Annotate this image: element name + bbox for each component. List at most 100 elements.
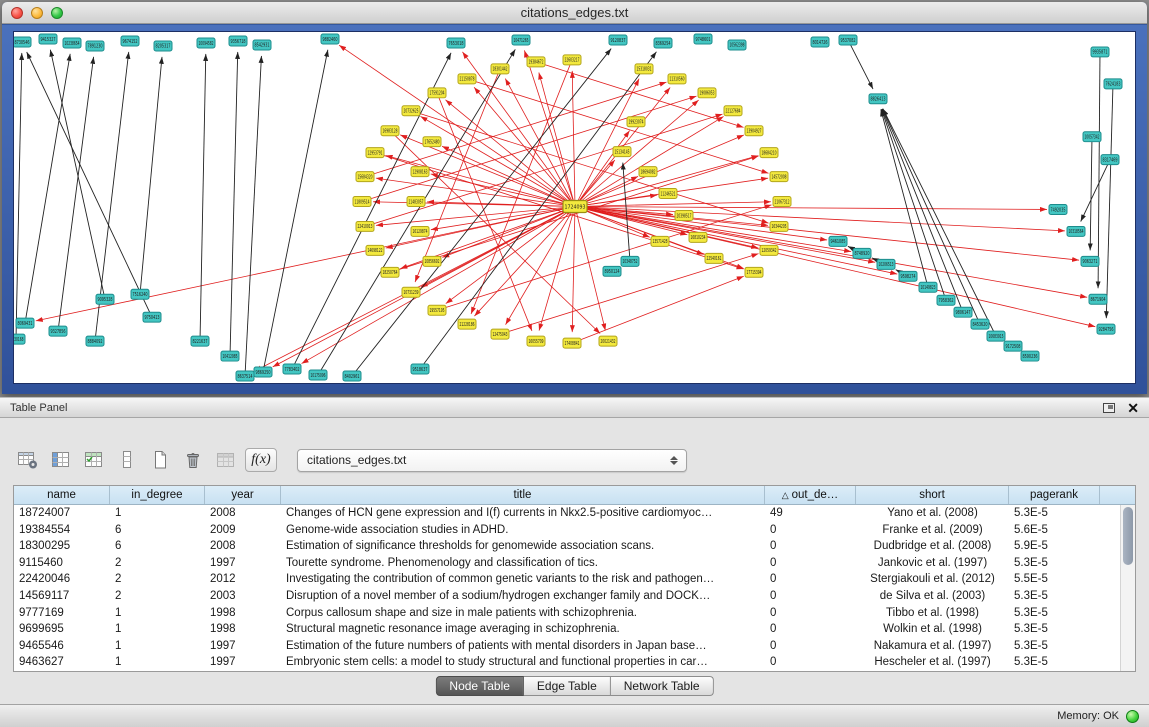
network-canvas[interactable]: 1724093226032171938467218301442211508781… [13,31,1136,384]
graph-node[interactable]: 22603217 [563,55,581,65]
graph-node[interactable]: 13571428 [651,236,669,246]
graph-node[interactable]: 9806147 [954,307,972,317]
graph-node[interactable]: 9869250 [254,367,272,377]
graph-node[interactable]: 10530168 [14,334,25,344]
graph-node[interactable]: 8453620 [971,319,989,329]
graph-node[interactable]: 17652480 [423,137,441,147]
graph-node[interactable]: 9518637 [411,364,429,374]
table-vertical-scrollbar[interactable] [1120,505,1135,671]
table-row[interactable]: 1830029562008Estimation of significance … [14,538,1120,555]
graph-node[interactable]: 7492035 [1049,205,1067,215]
graph-node[interactable]: 10562398 [728,40,746,50]
graph-node[interactable]: 21483057 [407,197,425,207]
graph-node[interactable]: 9120837 [609,35,627,45]
table-row[interactable]: 946554611997Estimation of the future num… [14,638,1120,655]
graph-node[interactable]: 22127684 [724,106,742,116]
table-row[interactable]: 946362711997Embryonic stem cells: a mode… [14,654,1120,671]
tab-network-table[interactable]: Network Table [611,676,714,696]
graph-node[interactable]: 19086053 [698,88,716,98]
graph-node[interactable]: 18684210 [760,148,778,158]
column-header-title[interactable]: title [281,486,765,504]
graph-node[interactable]: 7783402 [283,364,301,374]
table-row[interactable]: 977716911998Corpus callosum shape and si… [14,605,1120,622]
graph-node[interactable]: 16129874 [411,226,429,236]
graph-node[interactable]: 20732625 [402,106,420,116]
graph-node[interactable]: 10149823 [919,282,937,292]
minimize-window-button[interactable] [31,7,43,19]
graph-node[interactable]: 11809514 [353,197,371,207]
graph-node[interactable]: 8730546 [14,37,31,47]
graph-node[interactable]: 16055709 [527,336,545,346]
scrollbar-thumb[interactable] [1123,507,1133,565]
graph-node[interactable]: 17591204 [428,88,446,98]
graph-node[interactable]: 21228186 [458,319,476,329]
graph-node[interactable]: 18250764 [381,267,399,277]
table-row[interactable]: 911546021997Tourette syndrome. Phenomeno… [14,555,1120,572]
column-icon[interactable] [113,447,140,473]
graph-node[interactable]: 8402961 [343,371,361,381]
close-panel-icon[interactable]: ✕ [1127,402,1139,414]
graph-node[interactable]: 10206513 [877,259,895,269]
graph-node[interactable]: 12908163 [411,167,429,177]
graph-node[interactable]: 7891230 [86,41,104,51]
table-row[interactable]: 2242004622012Investigating the contribut… [14,571,1120,588]
table-row[interactable]: 1872400712008Changes of HCN gene express… [14,505,1120,522]
graph-node[interactable]: 19557195 [428,305,446,315]
graph-node[interactable]: 9750413 [143,312,161,322]
column-header-pagerank[interactable]: pagerank [1009,486,1100,504]
column-header-out_de[interactable]: △out_de… [765,486,856,504]
graph-node[interactable]: 10318564 [1067,226,1085,236]
graph-node[interactable]: 9598274 [899,271,917,281]
function-builder-button[interactable]: f(x) [245,448,277,472]
delete-icon[interactable] [179,447,206,473]
graph-node[interactable]: 17408841 [563,338,581,348]
graph-node[interactable]: 10683915 [987,331,1005,341]
graph-node[interactable]: 16810234 [689,232,707,242]
graph-node[interactable]: 10094582 [197,38,215,48]
graph-node[interactable]: 18301442 [491,64,509,74]
graph-node[interactable]: 8590236 [1021,351,1039,361]
graph-node[interactable]: 11310560 [668,74,686,84]
graph-node[interactable]: 14698122 [366,245,384,255]
graph-node[interactable]: 9674152 [121,36,139,46]
graph-node[interactable]: 9461085 [829,236,847,246]
edit-table-icon[interactable] [80,447,107,473]
graph-node[interactable]: 10238654 [63,38,81,48]
zoom-window-button[interactable] [51,7,63,19]
graph-node[interactable]: 1724093 [563,201,587,213]
graph-node[interactable]: 10471265 [512,35,530,45]
show-columns-icon[interactable] [47,447,74,473]
graph-node[interactable]: 15318031 [635,64,653,74]
float-panel-icon[interactable] [1103,403,1115,413]
graph-node[interactable]: 16344205 [770,221,788,231]
graph-node[interactable]: 12953791 [366,148,384,158]
graph-node[interactable]: 18694082 [639,167,657,177]
graph-node[interactable]: 12475043 [491,329,509,339]
graph-node[interactable]: 9415327 [39,34,57,44]
graph-node[interactable]: 10175096 [309,370,327,380]
graph-node[interactable]: 21150878 [458,74,476,84]
column-header-year[interactable]: year [205,486,281,504]
graph-node[interactable]: 8884092 [86,336,104,346]
table-settings-icon[interactable] [14,447,41,473]
graph-node[interactable]: 8221637 [191,336,209,346]
graph-node[interactable]: 16983128 [381,126,399,136]
graph-node[interactable]: 9172508 [1004,341,1022,351]
graph-node[interactable]: 10348752 [621,256,639,266]
graph-node[interactable]: 7624183 [1104,79,1122,89]
graph-node[interactable]: 22540161 [705,253,723,263]
graph-node[interactable]: 7958362 [937,295,955,305]
graph-node[interactable]: 9882460 [321,34,339,44]
graph-node[interactable]: 8542931 [253,40,271,50]
graph-node[interactable]: 10057342 [1083,132,1101,142]
graph-node[interactable]: 8637514 [236,371,254,381]
graph-node[interactable]: 7516240 [131,289,149,299]
graph-node[interactable]: 8950124 [603,266,621,276]
column-header-short[interactable]: short [856,486,1009,504]
table-row[interactable]: 969969511998Structural magnetic resonanc… [14,621,1120,638]
graph-node[interactable]: 10412985 [221,351,239,361]
graph-node[interactable]: 7653018 [447,38,465,48]
graph-node[interactable]: 10856692 [423,256,441,266]
import-table-icon[interactable] [212,447,239,473]
graph-node[interactable]: 11246521 [659,189,677,199]
